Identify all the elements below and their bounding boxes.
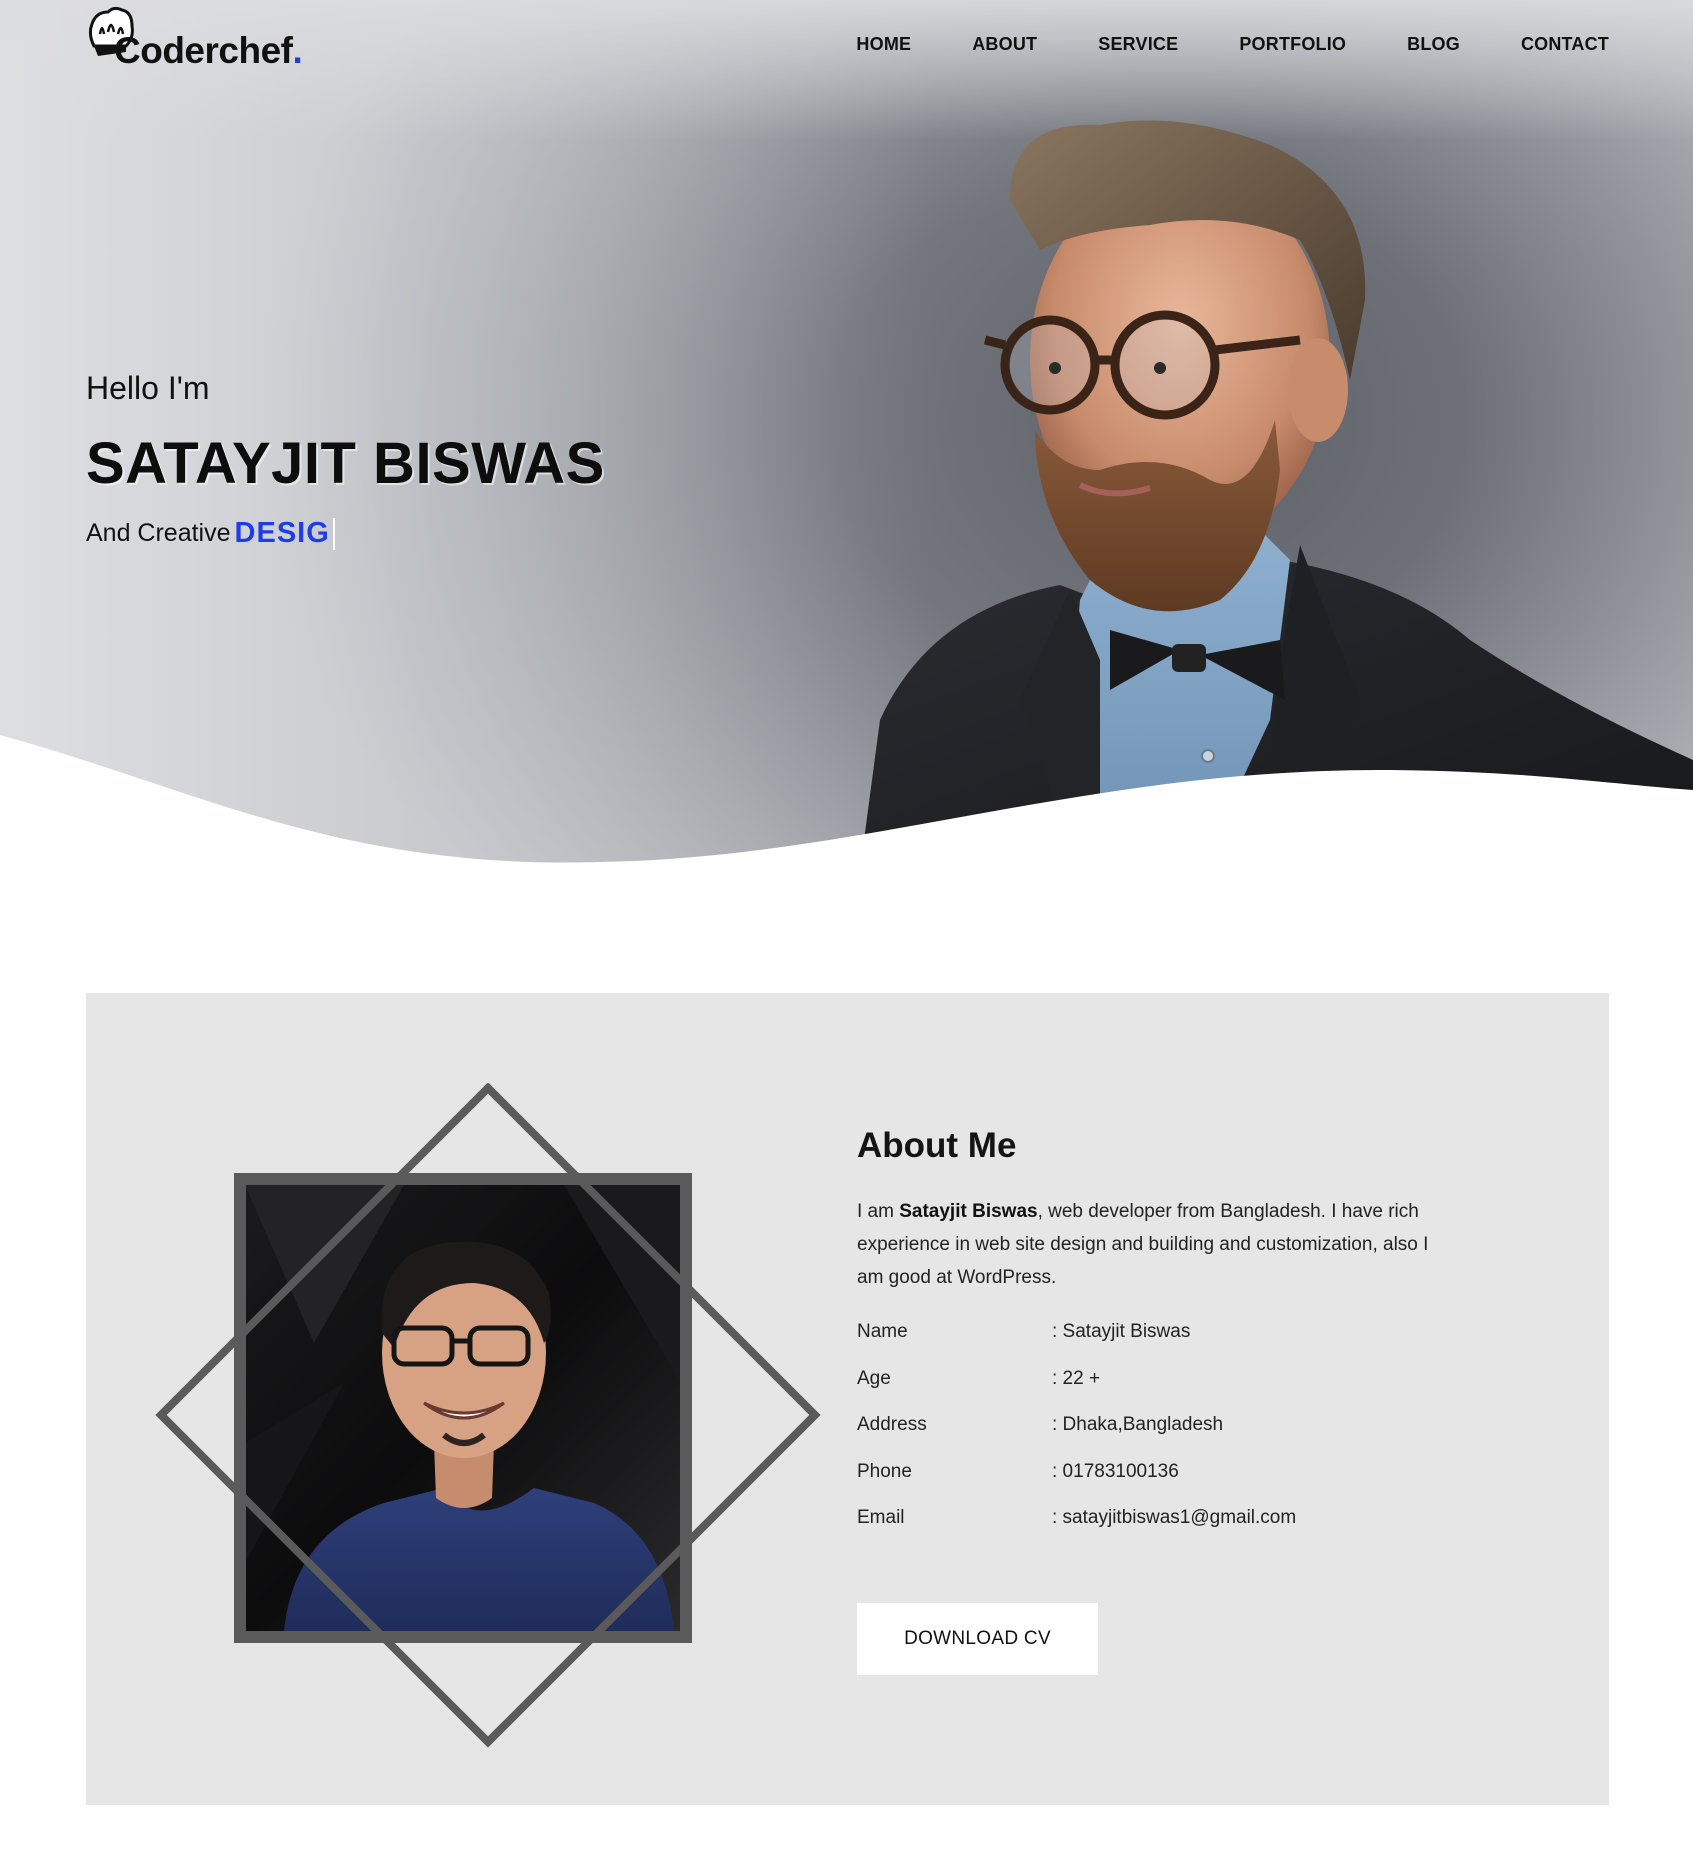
about-photo-frame (155, 1083, 821, 1748)
tagline-prefix: And Creative (86, 519, 231, 547)
download-cv-button[interactable]: DOWNLOAD CV (857, 1603, 1098, 1675)
typing-caret (332, 517, 335, 550)
main-nav: HOME ABOUT SERVICE PORTFOLIO BLOG CONTAC… (795, 34, 1609, 55)
tagline-role: DESIG (234, 517, 330, 549)
about-name-highlight: Satayjit Biswas (899, 1201, 1038, 1222)
hero-name: SATAYJIT BISWAS (86, 431, 605, 496)
hero-tagline: And Creative DESIG (86, 517, 335, 550)
info-label: Name (857, 1321, 908, 1342)
info-value: : Satayjit Biswas (1052, 1321, 1191, 1342)
info-row-phone: Phone : 01783100136 (857, 1461, 1477, 1508)
info-value: : Dhaka,Bangladesh (1052, 1414, 1224, 1435)
info-row-address: Address : Dhaka,Bangladesh (857, 1414, 1477, 1461)
nav-item-service[interactable]: SERVICE (1098, 34, 1178, 55)
info-label: Address (857, 1414, 927, 1435)
nav-item-portfolio[interactable]: PORTFOLIO (1239, 34, 1346, 55)
nav-item-blog[interactable]: BLOG (1407, 34, 1460, 55)
brand-name: Coderchef. (114, 30, 303, 71)
about-description: I am Satayjit Biswas, web developer from… (857, 1201, 1429, 1288)
info-value: : 22 + (1052, 1367, 1101, 1389)
hero-section: Coderchef. HOME ABOUT SERVICE PORTFOLIO … (0, 0, 1693, 870)
info-value: : satayjitbiswas1@gmail.com (1052, 1507, 1297, 1528)
info-value: : 01783100136 (1052, 1460, 1179, 1482)
nav-item-home[interactable]: HOME (856, 34, 911, 55)
info-row-name: Name : Satayjit Biswas (857, 1321, 1477, 1368)
about-section: About Me I am Satayjit Biswas, web devel… (86, 993, 1609, 1805)
nav-item-contact[interactable]: CONTACT (1521, 34, 1609, 55)
info-label: Phone (857, 1460, 912, 1482)
personal-info-list: Name : Satayjit Biswas Age : 22 + Addres… (857, 1321, 1477, 1554)
brand-logo[interactable]: Coderchef. (86, 4, 316, 74)
info-label: Age (857, 1367, 891, 1389)
info-label: Email (857, 1507, 905, 1528)
info-row-email: Email : satayjitbiswas1@gmail.com (857, 1507, 1477, 1554)
info-row-age: Age : 22 + (857, 1368, 1477, 1415)
nav-item-about[interactable]: ABOUT (972, 34, 1037, 55)
about-title: About Me (857, 1126, 1017, 1165)
hero-greeting: Hello I'm (86, 370, 210, 406)
